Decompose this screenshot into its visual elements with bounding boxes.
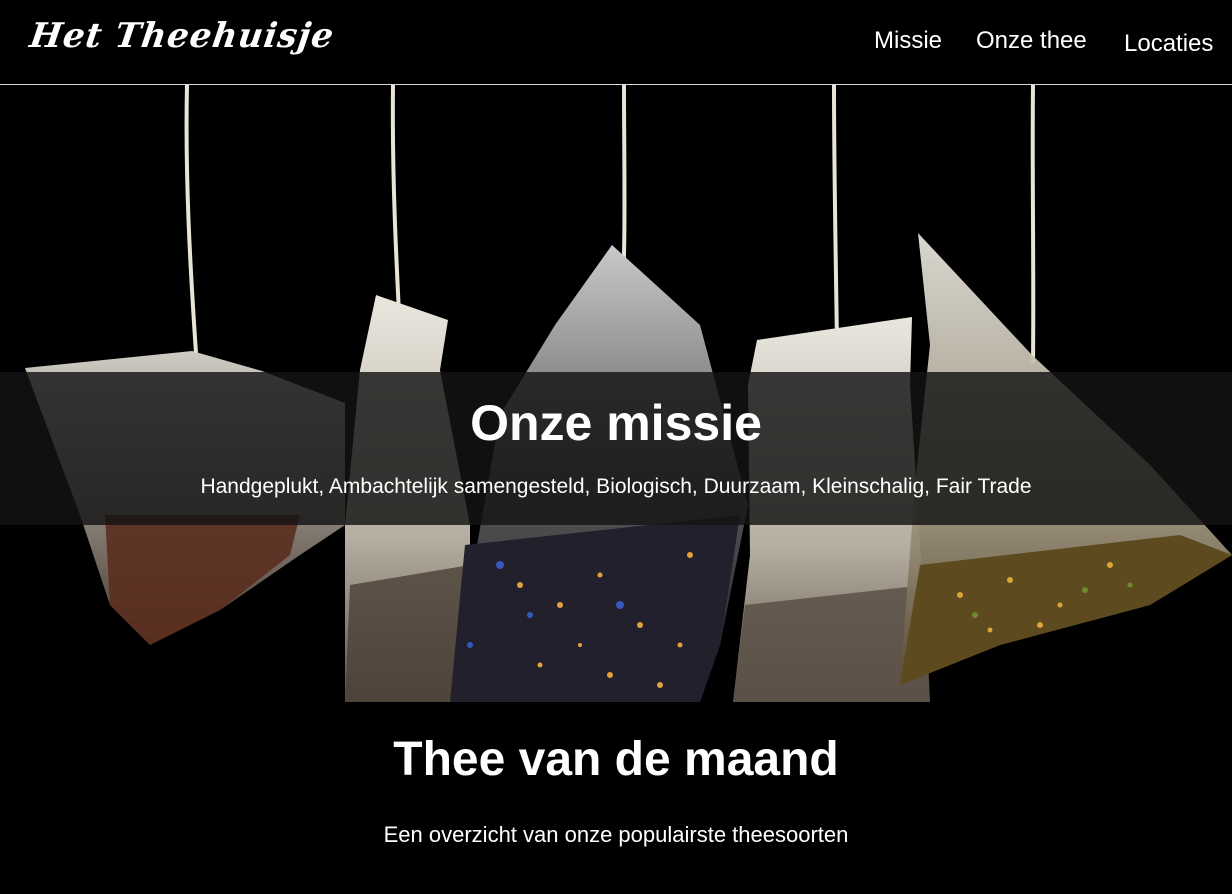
mission-banner: Onze missie Handgeplukt, Ambachtelijk sa… — [0, 372, 1232, 525]
hero-section: Onze missie Handgeplukt, Ambachtelijk sa… — [0, 85, 1232, 702]
section-subtitle: Een overzicht van onze populairste thees… — [383, 822, 849, 847]
mission-title: Onze missie — [470, 395, 762, 451]
mission-values-text: Handgeplukt, Ambachtelijk samengesteld, … — [200, 475, 1032, 498]
tea-of-the-month-section: Thee van de maand Een overzicht van onze… — [0, 702, 1232, 894]
logo[interactable]: Het Theehuisje — [27, 16, 337, 56]
nav-link-onze-thee[interactable]: Onze thee — [976, 27, 1087, 55]
nav-link-locaties[interactable]: Locaties — [1124, 30, 1213, 58]
nav-link-missie[interactable]: Missie — [874, 27, 942, 55]
navbar: Het Theehuisje Missie Onze thee Locaties — [0, 0, 1232, 85]
section-title: Thee van de maand — [393, 733, 839, 786]
